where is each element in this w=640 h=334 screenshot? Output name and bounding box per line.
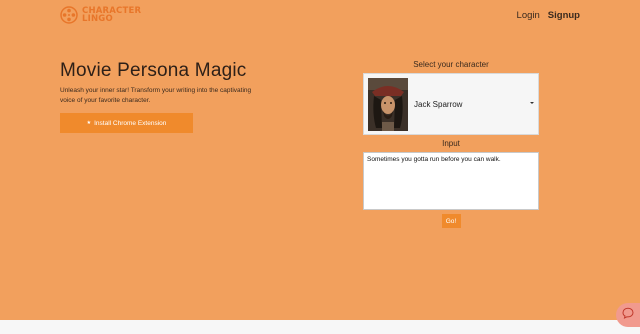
select-character-label: Select your character	[413, 60, 489, 69]
star-icon: ★	[86, 120, 92, 126]
install-extension-button[interactable]: ★ Install Chrome Extension	[60, 113, 193, 133]
top-nav: Login Signup	[517, 10, 580, 21]
input-textarea[interactable]: Sometimes you gotta run before you can w…	[363, 152, 539, 210]
character-select[interactable]: Jack Sparrow	[363, 73, 539, 135]
hero-subtitle: Unleash your inner star! Transform your …	[60, 87, 252, 104]
film-reel-icon	[60, 6, 78, 24]
chat-button[interactable]	[616, 303, 640, 327]
go-button[interactable]: Go!	[441, 214, 461, 228]
login-link[interactable]: Login	[517, 10, 540, 21]
brand-name-line2: LINGO	[82, 14, 113, 24]
install-extension-label: Install Chrome Extension	[94, 119, 167, 127]
character-panel: Select your character Jack Sparrow Input…	[363, 60, 539, 228]
footer-bar	[0, 320, 640, 334]
hero-title: Movie Persona Magic	[60, 60, 247, 81]
character-avatar	[368, 77, 408, 131]
chat-bubble-icon	[622, 306, 634, 324]
chevron-down-icon	[530, 102, 534, 104]
input-label: Input	[442, 139, 460, 148]
brand-logo[interactable]: CHARACTER LINGO	[60, 6, 141, 24]
selected-character-name: Jack Sparrow	[414, 99, 463, 109]
signup-link[interactable]: Signup	[548, 10, 580, 21]
brand-name: CHARACTER LINGO	[82, 7, 141, 24]
